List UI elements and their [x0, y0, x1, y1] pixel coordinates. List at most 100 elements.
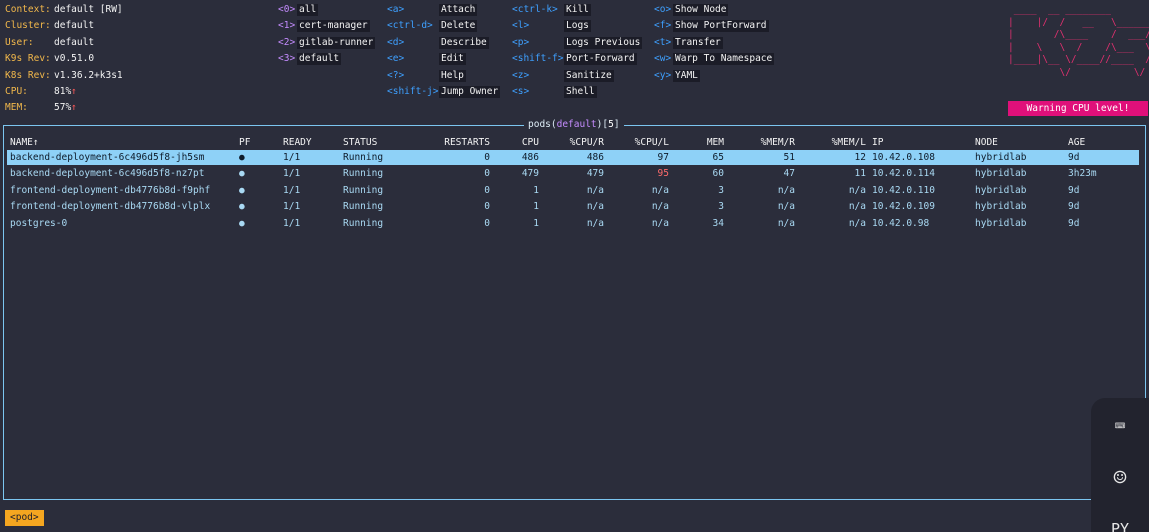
hotkey-action[interactable]: Edit	[439, 53, 466, 66]
hotkey: <a>	[387, 4, 405, 15]
hotkey: <y>	[654, 69, 672, 81]
table-row[interactable]: postgres-0 ● 1/1 Running 0 1 n/a n/a 34 n/a n/a 10.…	[7, 216, 1139, 231]
cell-restarts: 0	[484, 168, 490, 180]
cell-cpu-l: 97	[657, 152, 669, 163]
cell-restarts: 0	[484, 184, 490, 196]
hotkey-action[interactable]: Shell	[564, 86, 597, 98]
hotkey: <shift-f>	[512, 53, 564, 65]
namespace-hotkey: <1>	[278, 20, 296, 32]
header-cpu-r: %CPU/R	[569, 137, 604, 148]
header-ready: READY	[283, 137, 312, 148]
cell-name: backend-deployment-6c496d5f8-jh5sm	[10, 152, 205, 163]
info-label: MEM:	[5, 102, 28, 114]
cell-name: frontend-deployment-db4776b8d-f9phf	[10, 184, 211, 196]
namespace-hotkey: <2>	[278, 36, 296, 48]
hotkey-action[interactable]: Describe	[439, 36, 489, 49]
hotkey-action[interactable]: Show PortForward	[673, 20, 769, 33]
cell-name: postgres-0	[10, 217, 68, 229]
hotkey-action[interactable]: Attach	[439, 4, 478, 16]
side-panel-label: PY	[1110, 520, 1130, 532]
table-row[interactable]: backend-deployment-6c496d5f8-jh5sm ● 1/1 Ru…	[7, 150, 1139, 165]
info-value: 57%	[54, 102, 72, 114]
hotkey-action[interactable]: Logs Previous	[564, 36, 643, 49]
namespace-shortcut[interactable]: default	[297, 53, 342, 66]
hotkey-action[interactable]: Transfer	[673, 36, 723, 49]
cell-ip: 10.42.0.98	[872, 217, 930, 229]
cell-status: Running	[343, 152, 384, 163]
cell-ip: 10.42.0.109	[872, 201, 935, 213]
cell-cpu: 479	[521, 168, 539, 180]
cell-ip: 10.42.0.108	[872, 152, 935, 163]
hotkey-action[interactable]: Logs	[564, 20, 591, 33]
cell-cpu-l: n/a	[651, 184, 669, 196]
cell-node: hybridlab	[975, 217, 1027, 229]
info-value: default	[54, 20, 95, 32]
hotkey-action[interactable]: Kill	[564, 4, 591, 16]
cell-cpu: 486	[521, 152, 539, 163]
title-prefix: pods(	[528, 119, 557, 130]
header-mem-l: %MEM/L	[831, 137, 866, 148]
namespace-shortcut[interactable]: gitlab-runner	[297, 36, 376, 49]
hotkey-action[interactable]: Warp To Namespace	[673, 53, 775, 66]
side-toolbar: ⌨ ☺ PY	[1091, 398, 1149, 532]
hotkey: <o>	[654, 4, 672, 15]
logo-line: |____|\__ \/____//____ /	[1008, 54, 1149, 65]
cell-mem-l: n/a	[848, 184, 866, 196]
cell-mem-r: n/a	[777, 217, 795, 229]
cell-cpu-r: 479	[586, 168, 604, 180]
header-ip: IP	[872, 137, 884, 148]
cell-ready: 1/1	[283, 217, 301, 229]
hotkey: <l>	[512, 20, 530, 32]
table-row[interactable]: frontend-deployment-db4776b8d-f9phf ● 1/1 R…	[7, 183, 1139, 198]
cell-age: 9d	[1068, 152, 1080, 163]
cell-mem: 65	[712, 152, 724, 163]
header-node: NODE	[975, 137, 998, 148]
info-label: CPU:	[5, 86, 28, 97]
breadcrumb-pod[interactable]: <pod>	[5, 510, 44, 526]
cell-pf: ●	[239, 184, 245, 196]
table-row[interactable]: frontend-deployment-db4776b8d-vlplx ● 1/1 R…	[7, 199, 1139, 214]
info-label: K9s Rev:	[5, 53, 51, 65]
header-pf: PF	[239, 137, 251, 148]
emoji-icon[interactable]: ☺	[1091, 466, 1149, 491]
logo-line: \/ \/	[1008, 66, 1149, 78]
header-name: NAME↑	[10, 137, 39, 148]
info-value: 81%	[54, 86, 72, 97]
cell-restarts: 0	[484, 201, 490, 213]
hotkey-action[interactable]: Delete	[439, 20, 478, 33]
cell-mem: 34	[712, 217, 724, 229]
cell-cpu-l: n/a	[651, 217, 669, 229]
header-status: STATUS	[343, 137, 378, 148]
cell-mem-l: 12	[854, 152, 866, 163]
info-label: User:	[5, 36, 34, 48]
hotkey-action[interactable]: Help	[439, 69, 466, 82]
cell-cpu: 1	[533, 217, 539, 229]
table-row[interactable]: backend-deployment-6c496d5f8-nz7pt ● 1/1 Ru…	[7, 166, 1139, 181]
info-value: v0.51.0	[54, 53, 95, 65]
hotkey-action[interactable]: Sanitize	[564, 69, 614, 82]
hotkey-action[interactable]: Jump Owner	[439, 86, 501, 98]
namespace-shortcut[interactable]: all	[297, 4, 319, 16]
cell-mem-r: 47	[783, 168, 795, 180]
hotkey: <d>	[387, 36, 405, 48]
cell-cpu-l: 95	[657, 168, 669, 180]
cell-mem: 3	[718, 184, 724, 196]
cell-node: hybridlab	[975, 168, 1027, 180]
namespace-hotkey: <0>	[278, 4, 296, 15]
namespace-shortcut[interactable]: cert-manager	[297, 20, 370, 33]
info-label: K8s Rev:	[5, 69, 51, 81]
info-value: default	[54, 36, 95, 48]
cell-pf: ●	[239, 201, 245, 213]
header-cpu-l: %CPU/L	[634, 137, 669, 148]
keyboard-icon[interactable]: ⌨	[1091, 416, 1149, 437]
cell-cpu-l: n/a	[651, 201, 669, 213]
hotkey: <t>	[654, 36, 672, 48]
hotkey: <e>	[387, 53, 405, 65]
cell-cpu-r: 486	[586, 152, 604, 163]
cell-cpu-r: n/a	[586, 201, 604, 213]
hotkey-action[interactable]: Port-Forward	[564, 53, 637, 66]
hotkey-action[interactable]: YAML	[673, 69, 700, 82]
cell-cpu: 1	[533, 184, 539, 196]
hotkey: <s>	[512, 86, 530, 97]
hotkey-action[interactable]: Show Node	[673, 4, 729, 16]
